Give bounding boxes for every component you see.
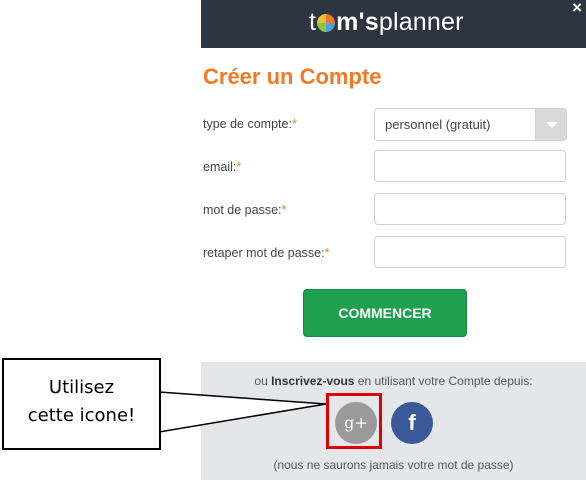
callout-line-2: cette icone!: [27, 405, 136, 426]
close-icon[interactable]: ×: [572, 0, 582, 18]
account-type-select[interactable]: personnel (gratuit): [374, 108, 567, 141]
required-mark: *: [291, 117, 297, 131]
required-mark: *: [324, 246, 330, 260]
retype-password-field[interactable]: [374, 236, 566, 268]
account-type-value: personnel (gratuit): [385, 117, 491, 132]
chevron-down-icon: [546, 122, 558, 128]
password-privacy-note: (nous ne saurons jamais votre mot de pas…: [273, 458, 514, 472]
password-field[interactable]: [374, 193, 566, 225]
retype-password-label: retaper mot de passe:*: [203, 246, 330, 260]
logo-ball-icon: [317, 14, 336, 32]
commencer-button[interactable]: COMMENCER: [303, 289, 467, 337]
callout-box: Utilisez cette icone!: [2, 358, 161, 450]
facebook-icon[interactable]: f: [391, 402, 433, 444]
dialog-header: t m'splanner ×: [201, 0, 586, 48]
tomsplanner-logo: t m'splanner: [309, 8, 464, 36]
email-field[interactable]: [374, 150, 566, 182]
signup-dialog: t m'splanner × Créer un Compte type de co…: [201, 0, 586, 480]
callout-line-1: Utilisez: [48, 377, 115, 398]
required-mark: *: [281, 203, 287, 217]
required-mark: *: [236, 160, 242, 174]
page-title: Créer un Compte: [203, 64, 382, 89]
account-type-label: type de compte:*: [203, 117, 297, 131]
password-label: mot de passe:*: [203, 203, 287, 217]
social-signup-text: ou Inscrivez-vous en utilisant votre Com…: [254, 374, 533, 388]
email-label: email:*: [203, 160, 242, 174]
dropdown-button[interactable]: [535, 109, 566, 140]
highlight-box: [326, 393, 382, 449]
social-signup-section: ou Inscrivez-vous en utilisant votre Com…: [201, 362, 586, 480]
